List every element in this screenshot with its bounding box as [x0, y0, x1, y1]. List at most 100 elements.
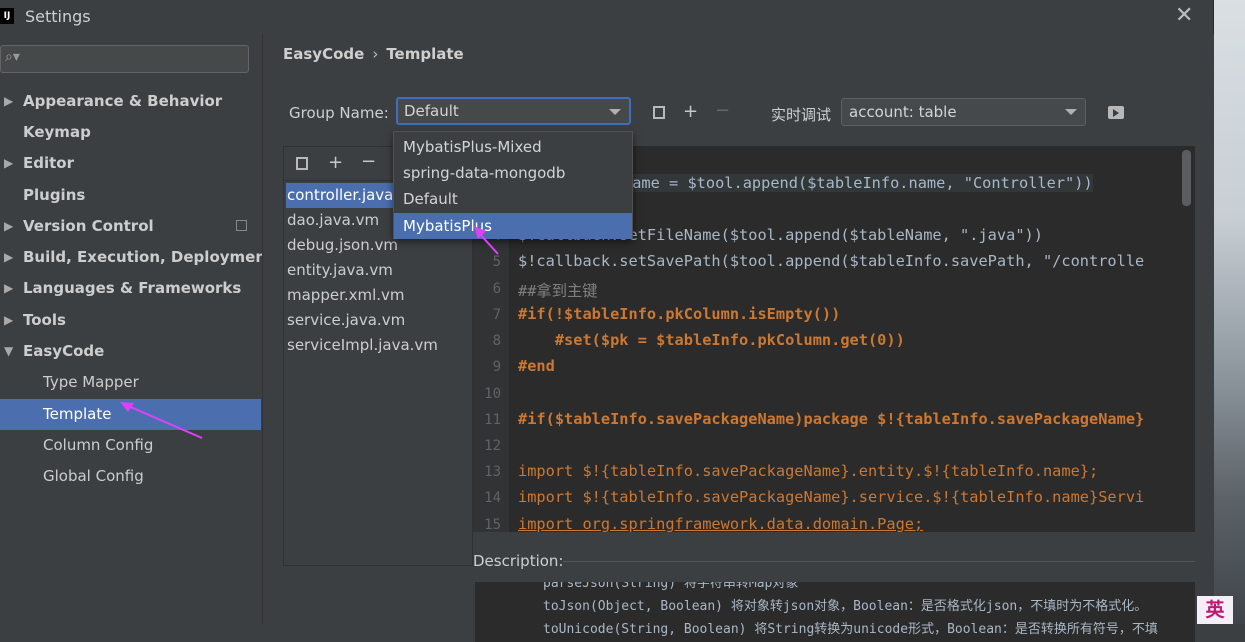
line-number: 10 — [484, 386, 501, 402]
sidebar-item-keymap[interactable]: Keymap — [0, 117, 261, 148]
sidebar-item-easycode[interactable]: ▼ EasyCode — [0, 336, 261, 367]
code-line: import $!{tableInfo.savePackageName}.ser… — [518, 488, 1145, 506]
file-item[interactable]: mapper.xml.vm — [286, 283, 473, 308]
sidebar-item-plugins[interactable]: Plugins — [0, 180, 261, 211]
code-line: #if($tableInfo.savePackageName)package $… — [518, 410, 1145, 428]
settings-window: IJ Settings ✕ ⌕▾ ▶ Appearance & Behavior … — [0, 0, 1214, 642]
group-name-value: Default — [404, 102, 459, 120]
sidebar-item-label: Column Config — [43, 436, 154, 454]
editor-scrollbar[interactable] — [1182, 150, 1191, 206]
description-text-area[interactable]: parseJson(String) 将字符串转Map对象 toJson(Obje… — [475, 582, 1195, 642]
line-number: 15 — [484, 517, 501, 532]
code-line: #end — [518, 357, 555, 375]
sidebar-item-label: EasyCode — [23, 342, 105, 360]
code-line: import org.springframework.data.domain.P… — [518, 515, 924, 532]
copy-group-icon[interactable] — [653, 106, 665, 119]
line-number: 13 — [484, 464, 501, 480]
copy-file-icon[interactable] — [296, 157, 308, 170]
line-number: 11 — [484, 412, 501, 428]
line-number: 9 — [492, 359, 501, 375]
close-icon[interactable]: ✕ — [1175, 3, 1193, 28]
app-icon: IJ — [0, 8, 14, 24]
sidebar-item-global-config[interactable]: Global Config — [0, 461, 261, 492]
description-line: parseJson(String) 将字符串转Map对象 — [543, 582, 799, 591]
line-number: 12 — [484, 438, 501, 454]
sidebar-item-version-control[interactable]: ▶ Version Control — [0, 211, 261, 242]
description-line: toUnicode(String, Boolean) 将String转换为uni… — [543, 622, 1158, 637]
description-divider — [563, 561, 1195, 562]
code-line: #set($pk = $tableInfo.pkColumn.get(0)) — [518, 331, 905, 349]
sidebar-item-label: Tools — [23, 311, 66, 329]
sidebar-item-appearance[interactable]: ▶ Appearance & Behavior — [0, 86, 261, 117]
chevron-down-icon — [609, 109, 621, 115]
breadcrumb: EasyCode › Template — [283, 45, 464, 63]
breadcrumb-separator: › — [372, 45, 379, 63]
sidebar-item-tools[interactable]: ▶ Tools — [0, 305, 261, 336]
ime-indicator[interactable]: 英 — [1197, 596, 1233, 624]
add-file-icon[interactable]: + — [328, 154, 343, 172]
sidebar-item-label: Languages & Frameworks — [23, 279, 242, 297]
chevron-right-icon: ▶ — [4, 281, 14, 295]
line-number: 8 — [492, 333, 501, 349]
chevron-right-icon: ▶ — [4, 156, 14, 170]
sidebar-item-label: Version Control — [23, 217, 154, 235]
project-settings-icon — [236, 220, 247, 231]
sidebar-item-label: Editor — [23, 154, 74, 172]
sidebar-item-type-mapper[interactable]: Type Mapper — [0, 367, 261, 398]
sidebar-item-label: Appearance & Behavior — [23, 92, 223, 110]
group-name-label: Group Name: — [289, 104, 389, 122]
settings-content: EasyCode › Template Group Name: Default + … — [262, 34, 1214, 642]
sidebar-item-column-config[interactable]: Column Config — [0, 430, 261, 461]
dropdown-option[interactable]: Default — [394, 186, 632, 212]
chevron-right-icon: ▶ — [4, 313, 14, 327]
add-group-icon[interactable]: + — [683, 103, 698, 121]
title-bar: IJ Settings ✕ — [0, 0, 1213, 34]
remove-file-icon[interactable]: − — [361, 153, 376, 171]
settings-sidebar: ▶ Appearance & Behavior Keymap ▶ Editor Pl… — [0, 84, 273, 624]
dropdown-option-highlighted[interactable]: MybatisPlus — [394, 213, 632, 239]
line-number: 5 — [492, 254, 501, 270]
window-title: Settings — [25, 7, 91, 26]
file-item[interactable]: service.java.vm — [286, 308, 473, 333]
chevron-right-icon: ▶ — [4, 219, 14, 233]
realtime-debug-select[interactable]: account: table — [841, 98, 1086, 126]
realtime-debug-value: account: table — [849, 103, 957, 121]
dropdown-option[interactable]: spring-data-mongodb — [394, 160, 632, 186]
sidebar-item-template[interactable]: Template — [0, 399, 261, 430]
description-label: Description: — [473, 552, 564, 570]
line-number: 6 — [492, 281, 501, 297]
sidebar-item-label: Type Mapper — [43, 373, 139, 391]
sidebar-item-languages[interactable]: ▶ Languages & Frameworks — [0, 273, 261, 304]
dropdown-option[interactable]: MybatisPlus-Mixed — [394, 134, 632, 160]
file-item[interactable]: entity.java.vm — [286, 258, 473, 283]
breadcrumb-parent[interactable]: EasyCode — [283, 45, 364, 63]
sidebar-item-label: Plugins — [23, 186, 86, 204]
chevron-down-icon: ▼ — [4, 344, 14, 358]
group-name-select[interactable]: Default — [396, 97, 631, 125]
sidebar-item-label: Keymap — [23, 123, 91, 141]
code-line: $!callback.setSavePath($tool.append($tab… — [518, 252, 1145, 270]
breadcrumb-current: Template — [386, 45, 464, 63]
code-line: ##拿到主键 — [518, 282, 598, 300]
run-debug-icon[interactable] — [1108, 106, 1124, 119]
sidebar-item-label: Template — [43, 405, 112, 423]
chevron-right-icon: ▶ — [4, 94, 14, 108]
remove-group-icon[interactable]: − — [715, 102, 730, 120]
realtime-debug-label: 实时调试 — [771, 106, 832, 124]
file-item[interactable]: serviceImpl.java.vm — [286, 333, 473, 358]
search-input[interactable]: ⌕▾ — [0, 45, 249, 73]
search-icon: ⌕▾ — [5, 49, 20, 65]
sidebar-item-label: Global Config — [43, 467, 144, 485]
sidebar-item-build[interactable]: ▶ Build, Execution, Deployment — [0, 242, 273, 273]
chevron-right-icon: ▶ — [4, 250, 14, 264]
chevron-down-icon — [1065, 109, 1077, 115]
code-line: #if(!$tableInfo.pkColumn.isEmpty()) — [518, 305, 841, 323]
desktop-background — [1214, 0, 1245, 624]
line-number: 7 — [492, 307, 501, 323]
group-name-dropdown: MybatisPlus-Mixed spring-data-mongodb De… — [393, 131, 633, 239]
sidebar-item-editor[interactable]: ▶ Editor — [0, 148, 261, 179]
sidebar-item-label: Build, Execution, Deployment — [23, 248, 274, 266]
code-line: import $!{tableInfo.savePackageName}.ent… — [518, 462, 1099, 480]
code-line: Name = $tool.append($tableInfo.name, "Co… — [623, 174, 1093, 192]
line-number: 14 — [484, 490, 501, 506]
